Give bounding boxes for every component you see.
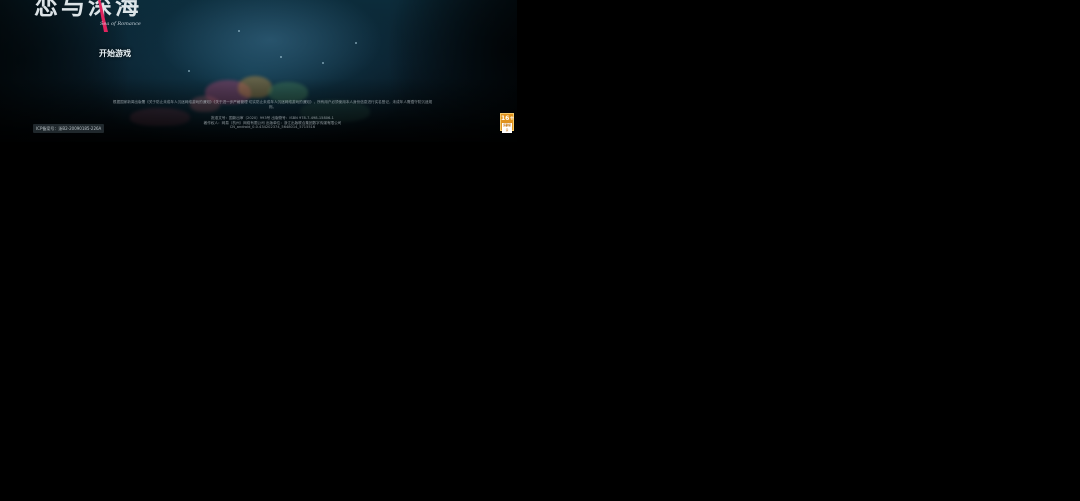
game-logo: 恋与深海 Sea of Romance <box>34 0 142 32</box>
icp-record-link[interactable]: ICP备案号：浙B2-20090185-226A <box>33 124 105 133</box>
logo-subtitle: Sea of Romance <box>100 21 141 27</box>
logo-title: 恋与深海 <box>34 0 142 20</box>
version-string: CN_android_0.0.434202374_5648014_5715516 <box>229 125 316 130</box>
anti-addiction-notice: 根据国家新闻出版署《关于防止未成年人沉迷网络游戏的通知》《关于进一步严格管理 切… <box>112 100 433 109</box>
age-rating-number: 16+ <box>501 115 515 122</box>
age-rating-badge[interactable]: 16+ 适龄提示 <box>500 113 515 133</box>
publish-info: 批准文号：国新出审〔2020〕993号 出版物号：ISBN 978-7-498-… <box>160 116 385 130</box>
game-viewport[interactable]: 恋与深海 Sea of Romance 开始游戏 根据国家新闻出版署《关于防止未… <box>0 0 517 142</box>
age-rating-label: 适龄提示 <box>502 123 512 133</box>
start-game-button[interactable]: 开始游戏 <box>86 46 144 62</box>
